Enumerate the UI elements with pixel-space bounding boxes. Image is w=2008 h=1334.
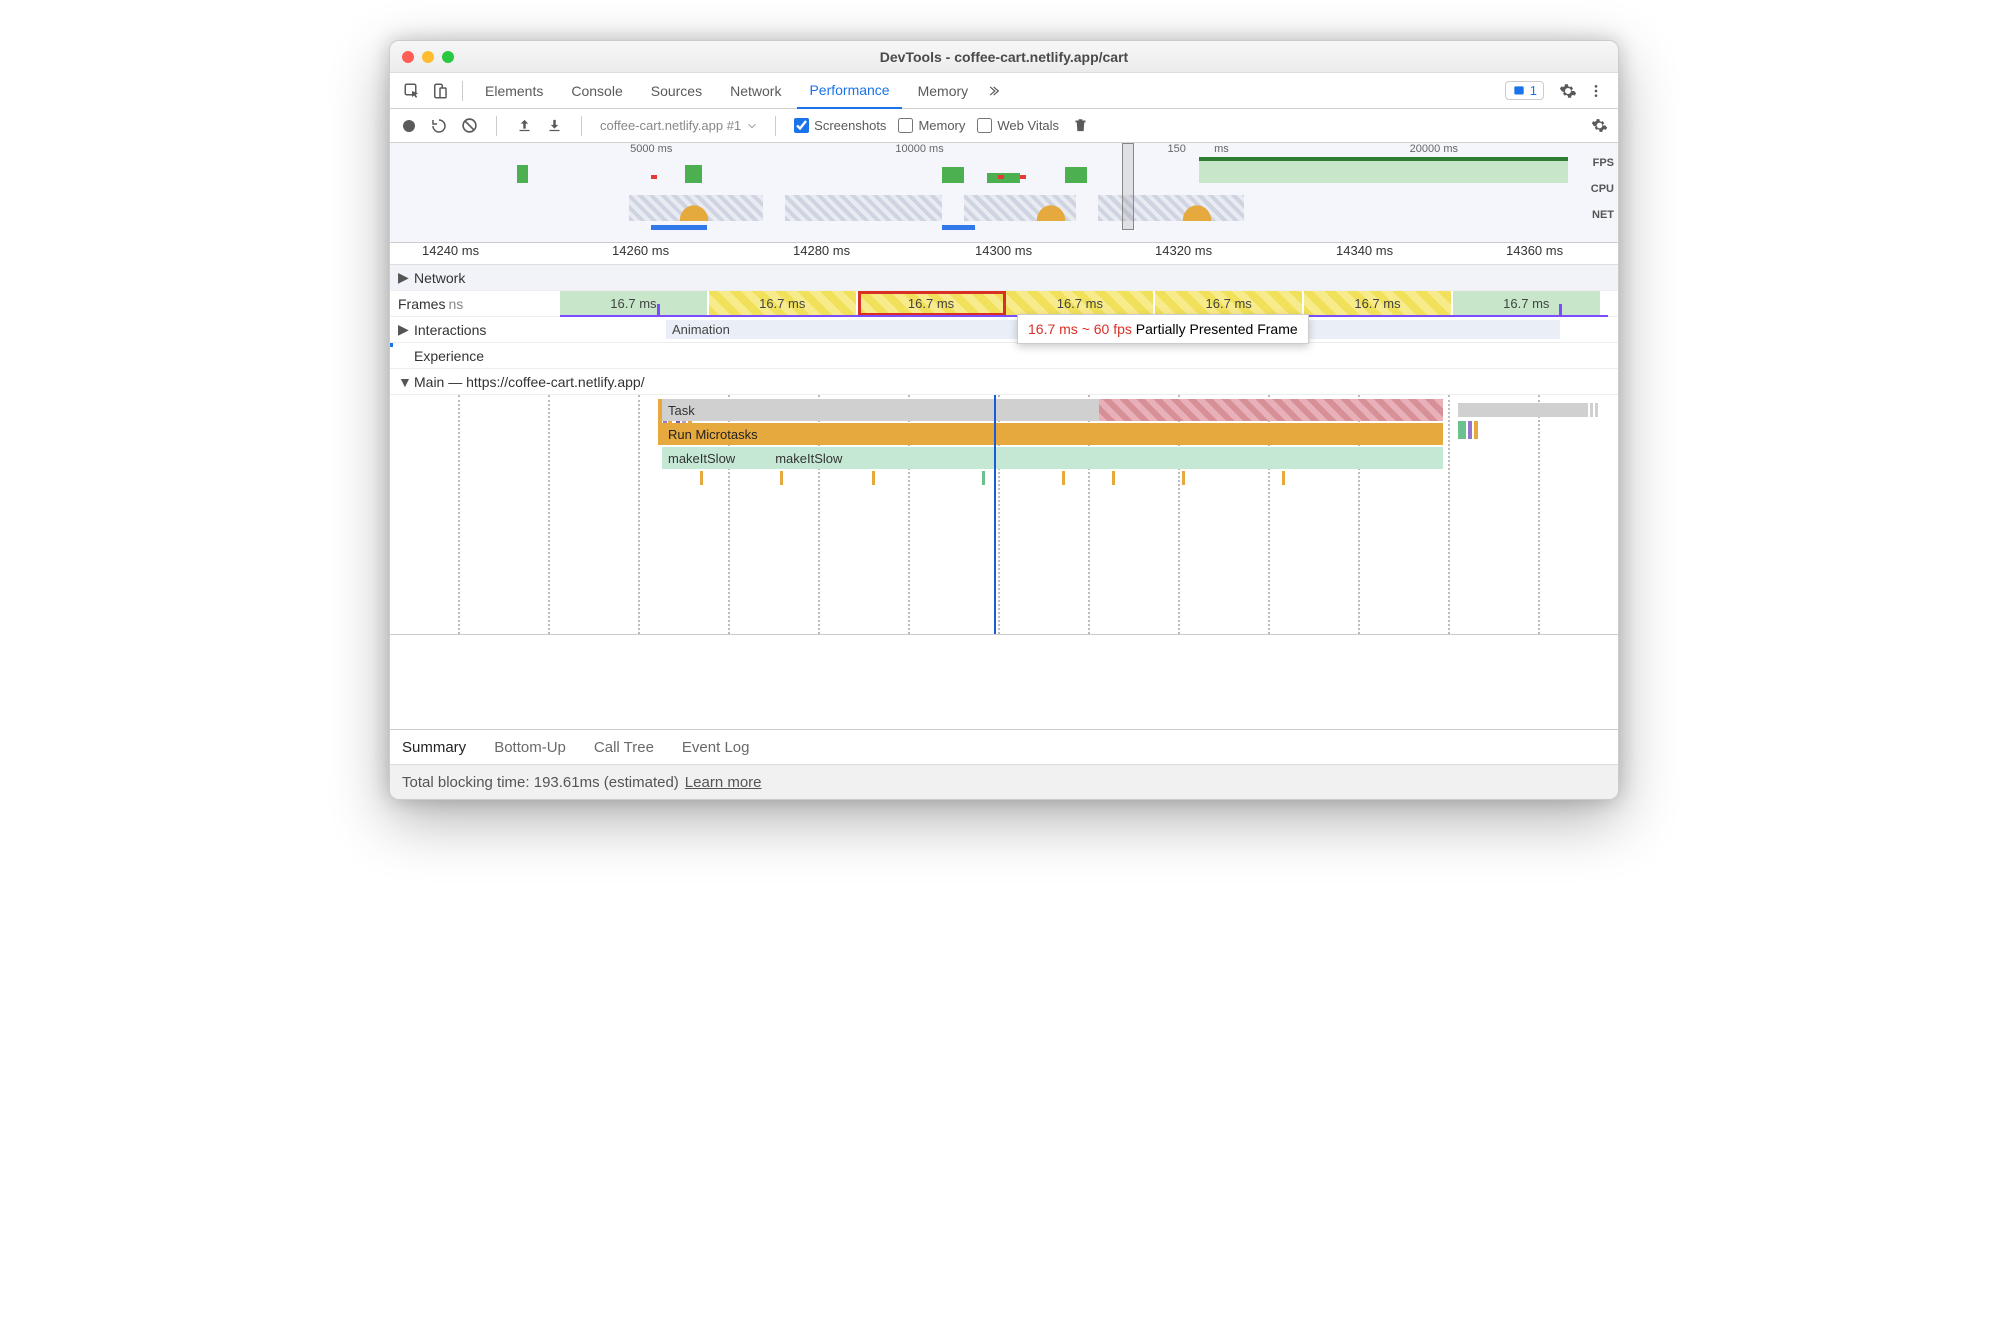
frame-cell[interactable]: 16.7 ms: [1006, 291, 1155, 316]
tab-console[interactable]: Console: [559, 73, 634, 109]
disclosure-right-icon: ▶: [398, 321, 410, 338]
minimize-icon[interactable]: [422, 51, 434, 63]
flame-task[interactable]: Task: [662, 399, 1443, 421]
settings-icon[interactable]: [1556, 79, 1580, 103]
cpu-label: CPU: [1591, 183, 1614, 195]
tab-elements[interactable]: Elements: [473, 73, 555, 109]
tab-sources[interactable]: Sources: [639, 73, 714, 109]
save-profile-icon[interactable]: [545, 117, 563, 135]
main-track-header[interactable]: ▼ Main — https://coffee-cart.netlify.app…: [390, 369, 1618, 395]
detail-tabs: Summary Bottom-Up Call Tree Event Log: [390, 729, 1618, 765]
frame-cell[interactable]: 16.7 ms: [709, 291, 858, 316]
recording-name: coffee-cart.netlify.app #1: [600, 118, 741, 133]
gc-icon[interactable]: [1071, 117, 1089, 135]
device-toggle-icon[interactable]: [428, 79, 452, 103]
panel-tabs: Elements Console Sources Network Perform…: [390, 73, 1618, 109]
record-button[interactable]: [400, 117, 418, 135]
ov-net-lane: [450, 225, 1568, 235]
ov-fps-lane: [450, 157, 1568, 183]
devtools-window: DevTools - coffee-cart.netlify.app/cart …: [389, 40, 1619, 800]
experience-track[interactable]: ▶ Experience: [390, 343, 1618, 369]
ov-tick: 5000 ms: [630, 143, 672, 155]
net-label: NET: [1592, 209, 1614, 221]
titlebar: DevTools - coffee-cart.netlify.app/cart: [390, 41, 1618, 73]
tab-calltree[interactable]: Call Tree: [594, 739, 654, 756]
network-track-header[interactable]: ▶ Network: [390, 265, 1618, 291]
flame-function[interactable]: makeItSlow makeItSlow: [662, 447, 1443, 469]
close-icon[interactable]: [402, 51, 414, 63]
overview-timeline[interactable]: 5000 ms 10000 ms 150 ms 20000 ms: [390, 143, 1618, 243]
fps-label: FPS: [1593, 157, 1614, 169]
issues-badge[interactable]: 1: [1505, 81, 1544, 100]
ov-tick: 10000 ms: [895, 143, 943, 155]
capture-settings-icon[interactable]: [1590, 117, 1608, 135]
overview-selection[interactable]: [1122, 143, 1134, 230]
maximize-icon[interactable]: [442, 51, 454, 63]
recording-dropdown[interactable]: coffee-cart.netlify.app #1: [600, 118, 757, 133]
tracks-area[interactable]: ▶ Network Frames ns 16.7 ms 16.7 ms 16.7…: [390, 265, 1618, 729]
perf-toolbar: coffee-cart.netlify.app #1 Screenshots M…: [390, 109, 1618, 143]
ov-tick: 20000 ms: [1410, 143, 1458, 155]
tab-performance[interactable]: Performance: [797, 73, 901, 109]
frame-cell[interactable]: 16.7 ms: [1304, 291, 1453, 316]
frame-cell[interactable]: 16.7 ms: [1453, 291, 1602, 316]
detail-ruler[interactable]: 14240 ms 14260 ms 14280 ms 14300 ms 1432…: [390, 243, 1618, 265]
more-tabs-icon[interactable]: [984, 79, 1008, 103]
memory-checkbox[interactable]: Memory: [898, 118, 965, 133]
inspect-icon[interactable]: [400, 79, 424, 103]
tab-eventlog[interactable]: Event Log: [682, 739, 750, 756]
disclosure-right-icon: ▶: [398, 269, 410, 286]
kebab-menu-icon[interactable]: [1584, 79, 1608, 103]
frame-cell[interactable]: 16.7 ms: [560, 291, 709, 316]
flame-trailing: [1458, 399, 1598, 443]
blocking-time-text: Total blocking time: 193.61ms (estimated…: [402, 774, 679, 791]
frame-tooltip: 16.7 ms ~ 60 fps Partially Presented Fra…: [1017, 314, 1309, 344]
window-controls: [402, 51, 454, 63]
reload-record-icon[interactable]: [430, 117, 448, 135]
ov-cpu-lane: [450, 189, 1568, 221]
clear-icon[interactable]: [460, 117, 478, 135]
flame-ticks: [662, 471, 1443, 501]
disclosure-down-icon: ▼: [398, 374, 410, 390]
learn-more-link[interactable]: Learn more: [685, 774, 762, 791]
flame-microtasks[interactable]: Run Microtasks: [662, 423, 1443, 445]
screenshots-checkbox[interactable]: Screenshots: [794, 118, 886, 133]
frame-cell[interactable]: 16.7 ms: [1155, 291, 1304, 316]
load-profile-icon[interactable]: [515, 117, 533, 135]
ov-tick: 150: [1168, 143, 1186, 155]
footer-bar: Total blocking time: 193.61ms (estimated…: [390, 765, 1618, 799]
main-flame-chart[interactable]: Task Run Microtasks makeItSlow makeItSlo…: [390, 395, 1618, 635]
frames-track[interactable]: Frames ns 16.7 ms 16.7 ms 16.7 ms 16.7 m…: [390, 291, 1618, 317]
window-title: DevTools - coffee-cart.netlify.app/cart: [390, 49, 1618, 65]
tab-bottomup[interactable]: Bottom-Up: [494, 739, 566, 756]
chevron-down-icon: [747, 121, 757, 131]
tab-network[interactable]: Network: [718, 73, 793, 109]
playhead[interactable]: [994, 395, 996, 634]
frame-cell-selected[interactable]: 16.7 ms: [858, 291, 1007, 316]
tab-memory[interactable]: Memory: [906, 73, 981, 109]
webvitals-checkbox[interactable]: Web Vitals: [977, 118, 1059, 133]
issue-count: 1: [1530, 83, 1537, 98]
tab-summary[interactable]: Summary: [402, 739, 466, 756]
ov-tick: ms: [1214, 143, 1229, 155]
interactions-track[interactable]: ▶ Interactions Animation 16.7 ms ~ 60 fp…: [390, 317, 1618, 343]
